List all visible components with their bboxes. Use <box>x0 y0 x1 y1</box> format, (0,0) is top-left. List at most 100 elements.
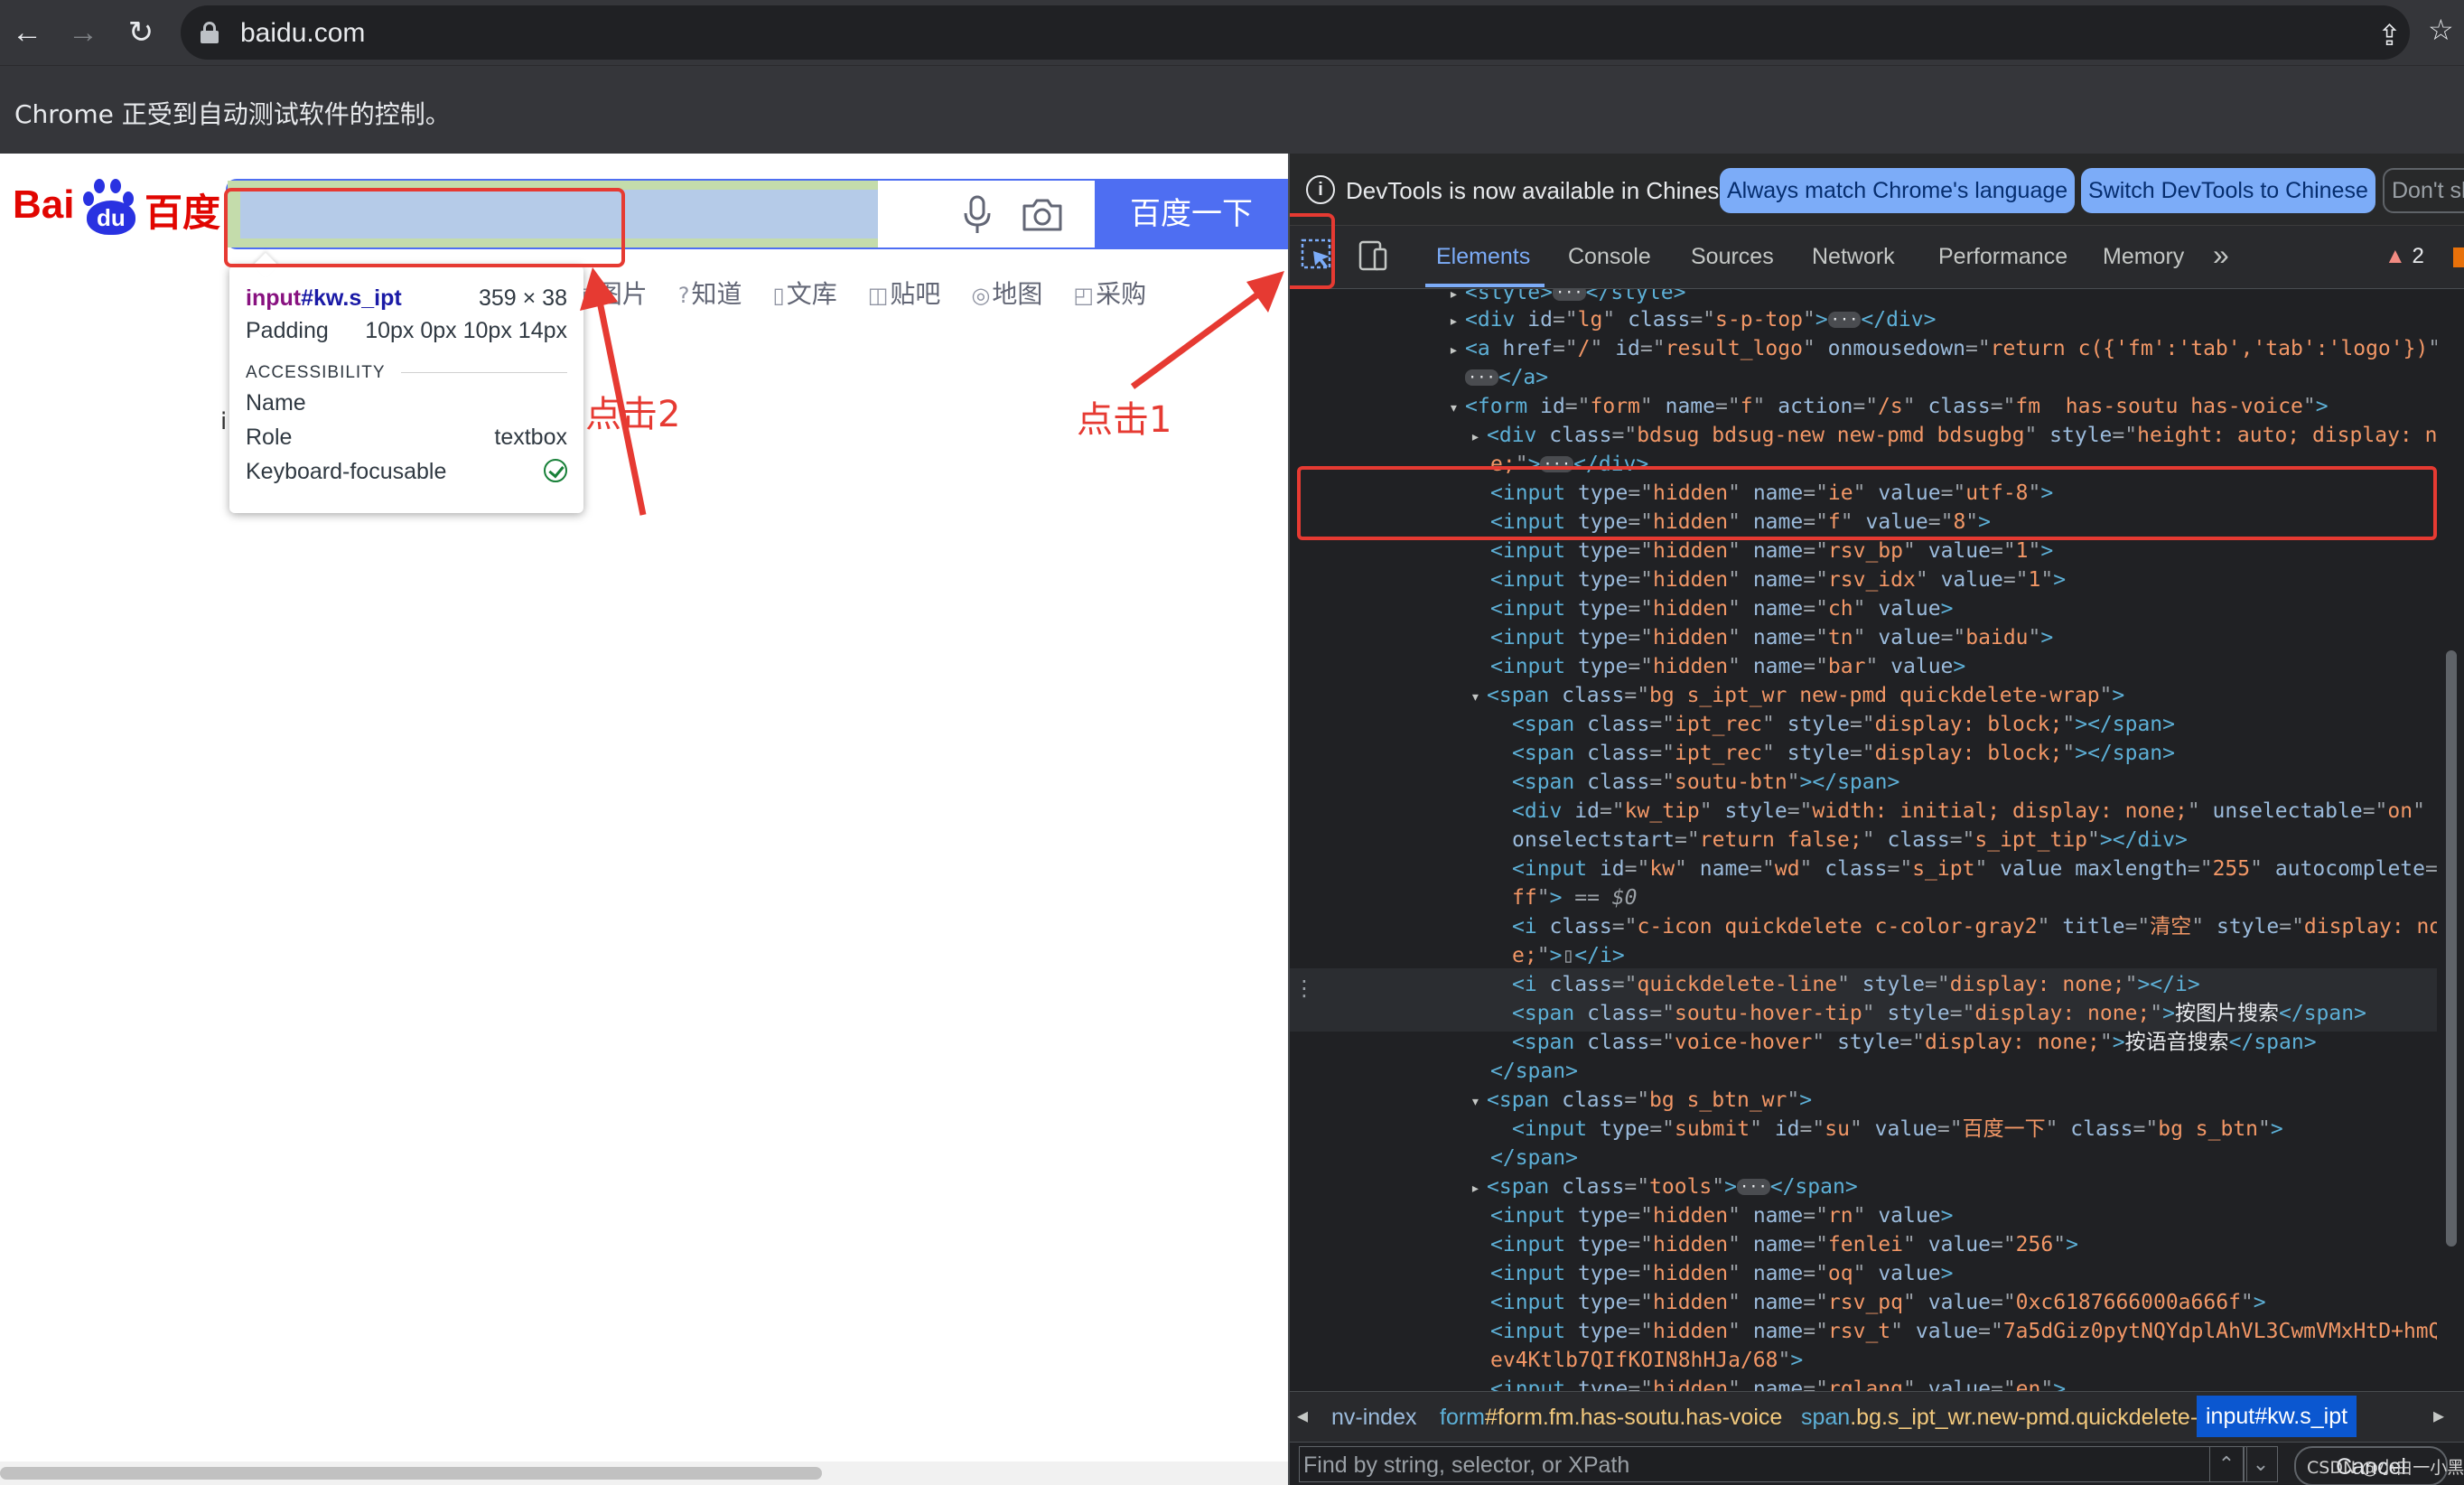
clipped-text: i <box>220 408 228 435</box>
dom-line[interactable]: ▸ <div id="lg" class="s-p-top"> ··· </div> <box>1449 305 1936 334</box>
search-prev-icon[interactable]: ⌃ <box>2209 1446 2244 1482</box>
dom-line[interactable]: <input type="hidden" name="bar" value> <box>1490 652 1965 681</box>
tooltip-selector-row: input#kw.s_ipt 359 × 38 <box>246 285 567 312</box>
dom-line[interactable]: <input type="hidden" name="rsv_idx" valu… <box>1490 565 2066 594</box>
crumb-span[interactable]: span.bg.s_ipt_wr.new-pmd.quickdelete-wra… <box>1801 1405 2246 1431</box>
dom-line[interactable]: <i class="quickdelete-line" style="displ… <box>1512 970 2200 999</box>
map-icon: ◎ <box>971 283 991 308</box>
focusable-label: Keyboard-focusable <box>246 459 447 484</box>
dom-search-input[interactable]: Find by string, selector, or XPath <box>1299 1446 2247 1482</box>
dom-line[interactable]: <input type="hidden" name="oq" value> <box>1490 1259 1953 1288</box>
search-button[interactable]: 百度一下 <box>1095 179 1288 249</box>
tab-network[interactable]: Network <box>1812 244 1895 270</box>
dom-line[interactable]: <span class="ipt_rec" style="display: bl… <box>1512 710 2175 739</box>
crumb-nv-index[interactable]: nv-index <box>1331 1405 1417 1431</box>
dom-line[interactable]: <input type="hidden" name="rsv_pq" value… <box>1490 1288 2266 1317</box>
padding-label: Padding <box>246 318 329 343</box>
dont-show-button[interactable]: Don't sh <box>2383 168 2464 213</box>
dom-line[interactable]: ▾ <span class="bg s_btn_wr"> <box>1470 1086 1812 1115</box>
scrollbar-thumb[interactable] <box>0 1467 822 1480</box>
crumb-input-tag: input <box>2206 1404 2255 1429</box>
language-banner: i DevTools is now available in Chinese! … <box>1290 154 2464 226</box>
tab-sources[interactable]: Sources <box>1691 244 1774 270</box>
search-next-icon[interactable]: ⌄ <box>2244 1446 2278 1482</box>
annotation-click-1: 点击1 <box>1077 399 1172 441</box>
question-icon: ? <box>677 283 690 308</box>
address-bar[interactable]: baidu.com ⇪ <box>181 5 2410 60</box>
crumb-form-selector: #form.fm.has-soutu.has-voice <box>1485 1405 1783 1430</box>
node-actions-icon[interactable]: ⋮ <box>1293 976 1315 1002</box>
match-language-button[interactable]: Always match Chrome's language <box>1720 168 2076 213</box>
dom-line[interactable]: ▾ <form id="form" name="f" action="/s" cl… <box>1449 392 2329 421</box>
dom-line[interactable]: </span> <box>1490 1144 1578 1172</box>
dom-line[interactable]: <input type="hidden" name="rn" value> <box>1490 1201 1953 1230</box>
dom-line[interactable]: <input type="hidden" name="fenlei" value… <box>1490 1230 2078 1259</box>
crumb-right-icon[interactable]: ▸ <box>2433 1403 2444 1429</box>
dom-line[interactable]: <i class="c-icon quickdelete c-color-gra… <box>1512 912 2446 941</box>
nav-tieba[interactable]: ◫贴吧 <box>868 275 941 311</box>
dom-line[interactable]: <span class="voice-hover" style="display… <box>1512 1028 2317 1057</box>
baidu-logo[interactable]: Bai du 百度 <box>13 179 220 237</box>
crumb-input-selected[interactable]: input#kw.s_ipt <box>2197 1396 2357 1437</box>
dom-line[interactable]: ▾ <span class="bg s_ipt_wr new-pmd quickd… <box>1470 681 2124 710</box>
crumb-left-icon[interactable]: ◂ <box>1297 1403 1308 1429</box>
scrollbar-thumb[interactable] <box>2446 650 2457 1247</box>
warnings-count: 2 <box>2412 244 2424 268</box>
tab-performance[interactable]: Performance <box>1938 244 2067 270</box>
baidu-sub-nav: ▣图片?知道▯文库◫贴吧◎地图◰采购 <box>574 275 1177 311</box>
forward-icon[interactable]: → <box>63 13 103 52</box>
page-horizontal-scrollbar[interactable] <box>0 1462 1288 1485</box>
dom-line[interactable]: </span> <box>1490 1057 1578 1086</box>
more-tabs-icon[interactable]: » <box>2213 238 2229 272</box>
microphone-icon[interactable] <box>959 195 995 235</box>
dom-line[interactable]: onselectstart="return false;" class="s_i… <box>1512 826 2188 855</box>
back-icon[interactable]: ← <box>7 13 47 52</box>
share-icon[interactable]: ⇪ <box>2377 18 2402 52</box>
dom-search-placeholder: Find by string, selector, or XPath <box>1303 1452 1630 1478</box>
dom-line[interactable]: e;">▯</i> <box>1512 941 1625 970</box>
star-icon[interactable]: ☆ <box>2428 13 2454 47</box>
dom-line[interactable]: <input type="hidden" name="tn" value="ba… <box>1490 623 2053 652</box>
issues-icon[interactable] <box>2453 248 2464 267</box>
dom-line[interactable]: ▸ <span class="tools"> ··· </span> <box>1470 1172 1858 1201</box>
reload-icon[interactable]: ↻ <box>121 13 161 52</box>
tab-elements[interactable]: Elements <box>1436 244 1530 270</box>
devtools-panel: i DevTools is now available in Chinese! … <box>1288 154 2464 1485</box>
tab-console[interactable]: Console <box>1568 244 1651 270</box>
highlight-box-inspect <box>1290 213 1335 289</box>
lock-icon[interactable] <box>201 22 219 43</box>
dom-line-selected[interactable]: ff"> == $0 <box>1512 883 1638 912</box>
nav-label: 贴吧 <box>890 279 941 309</box>
padding-value: 10px 0px 10px 14px <box>365 318 567 343</box>
dom-line[interactable]: <input type="hidden" name="rsv_bp" value… <box>1490 537 2053 565</box>
dom-line[interactable]: ▸ <div class="bdsug bdsug-new new-pmd bds… <box>1470 421 2446 450</box>
dom-line[interactable]: <span class="ipt_rec" style="display: bl… <box>1512 739 2175 768</box>
tooltip-tag: input <box>246 285 302 311</box>
nav-zhidao[interactable]: ?知道 <box>678 275 742 311</box>
dom-line[interactable]: ▸ <a href="/" id="result_logo" onmousedow… <box>1449 334 2446 363</box>
dom-line[interactable]: ev4Ktlb7QIfKOIN8hHJa/68"> <box>1490 1346 1803 1375</box>
dom-line[interactable]: <input type="hidden" name="ch" value> <box>1490 594 1953 623</box>
camera-icon[interactable] <box>1021 197 1064 233</box>
url-text[interactable]: baidu.com <box>240 18 365 49</box>
warnings-badge[interactable]: ▲ 2 <box>2385 244 2424 269</box>
dom-line[interactable]: <input type="hidden" name="rsv_t" value=… <box>1490 1317 2446 1346</box>
dom-line[interactable]: <div id="kw_tip" style="width: initial; … <box>1512 797 2425 826</box>
dom-line[interactable]: <span class="soutu-btn"></span> <box>1512 768 1899 797</box>
nav-wenku[interactable]: ▯文库 <box>772 275 836 311</box>
dom-line[interactable]: <span class="soutu-hover-tip" style="dis… <box>1512 999 2366 1028</box>
tab-memory[interactable]: Memory <box>2103 244 2184 270</box>
crumb-form[interactable]: form#form.fm.has-soutu.has-voice <box>1440 1405 1782 1431</box>
logo-bai: Bai <box>13 182 75 227</box>
dom-vertical-scrollbar[interactable] <box>2437 289 2464 1485</box>
arrow-to-inspect-icon <box>1130 271 1284 389</box>
annotation-click-2: 点击2 <box>585 394 681 435</box>
dom-line[interactable]: <input type="submit" id="su" value="百度一下… <box>1512 1115 2283 1144</box>
dom-line[interactable]: ▸ <style> ··· </style> <box>1449 289 1685 307</box>
info-icon: i <box>1306 175 1335 204</box>
device-toolbar-icon[interactable] <box>1358 240 1387 271</box>
dom-line[interactable]: ··· </a> <box>1465 363 1548 392</box>
switch-chinese-button[interactable]: Switch DevTools to Chinese <box>2081 168 2375 213</box>
nav-map[interactable]: ◎地图 <box>971 275 1042 311</box>
dom-line-selected[interactable]: <input id="kw" name="wd" class="s_ipt" v… <box>1512 855 2446 883</box>
